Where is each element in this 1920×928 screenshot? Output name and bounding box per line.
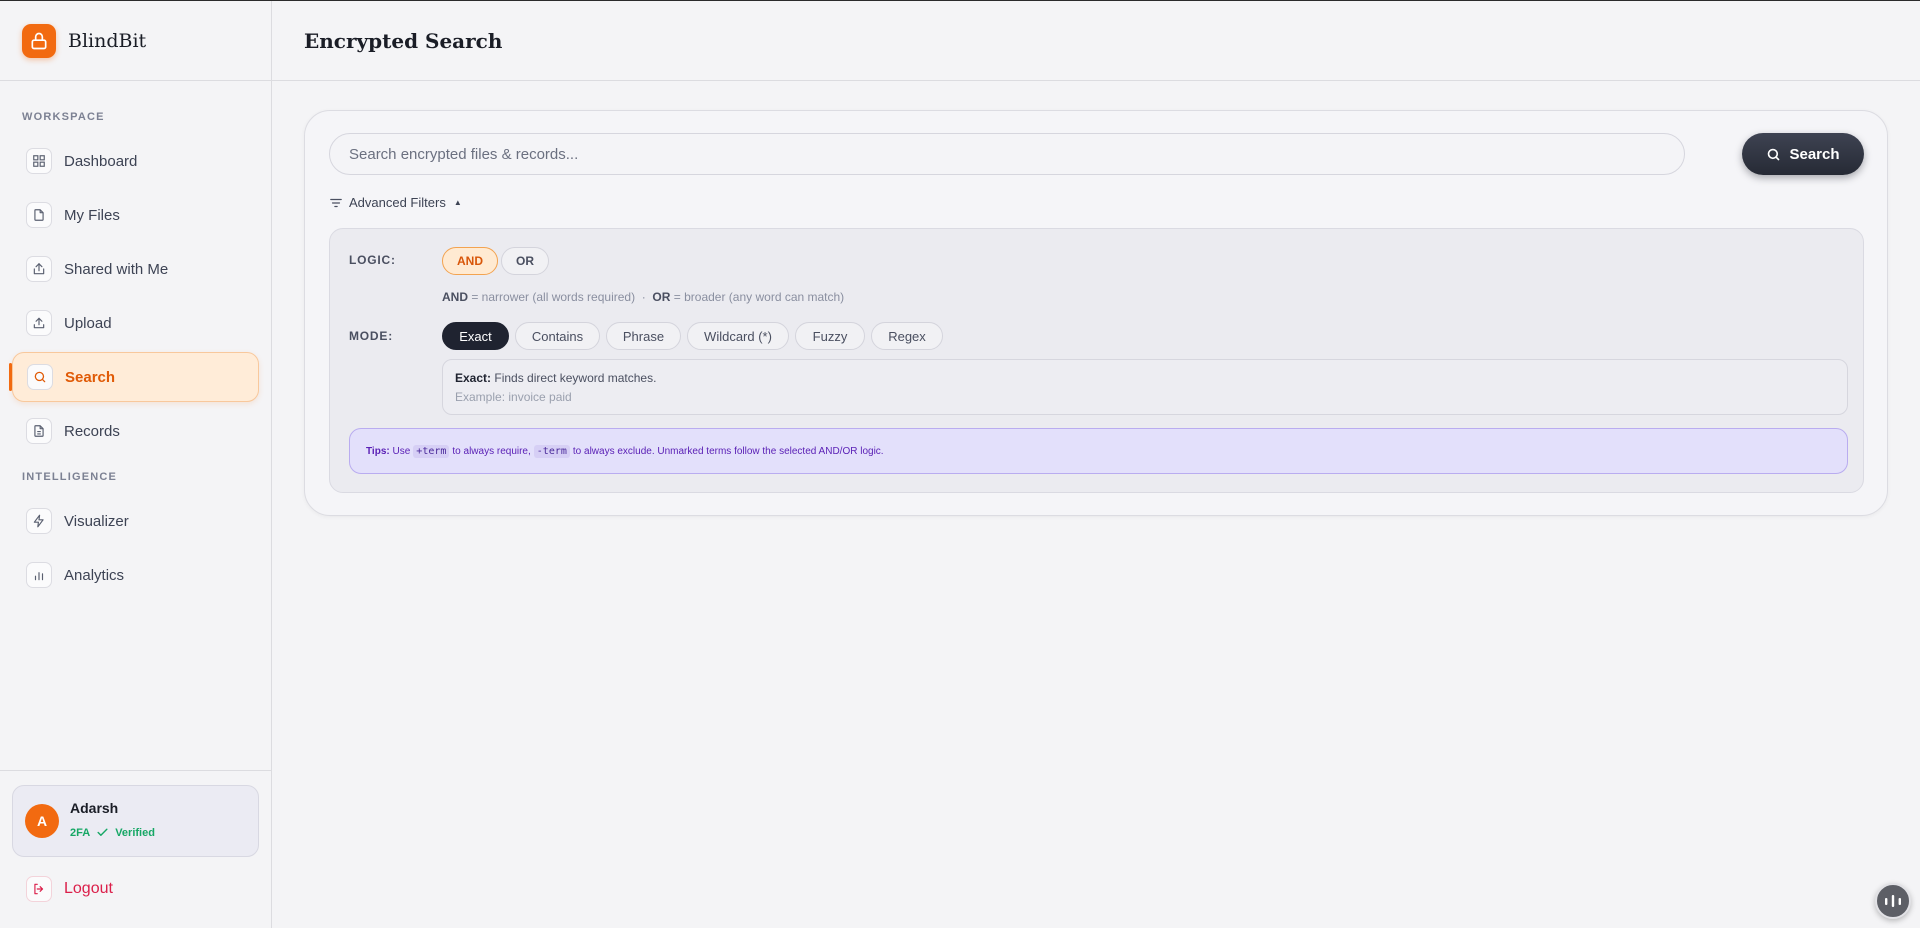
advanced-filters-label: Advanced Filters	[349, 195, 446, 210]
sidebar-item-analytics[interactable]: Analytics	[12, 550, 259, 600]
brand[interactable]: BlindBit	[0, 1, 271, 81]
audio-wave-icon	[1883, 894, 1903, 908]
sidebar-item-upload[interactable]: Upload	[12, 298, 259, 348]
chevron-up-icon: ▲	[453, 198, 462, 207]
user-badges: 2FA Verified	[70, 826, 155, 839]
2fa-badge: 2FA	[70, 826, 91, 839]
bolt-icon	[26, 508, 52, 534]
brand-name: BlindBit	[68, 29, 147, 52]
check-icon	[96, 826, 109, 839]
sidebar-item-label: Upload	[64, 314, 112, 332]
mode-phrase-button[interactable]: Phrase	[606, 322, 681, 350]
search-button-label: Search	[1789, 145, 1840, 163]
logic-and-button[interactable]: AND	[442, 247, 498, 275]
logic-or-button[interactable]: OR	[501, 247, 549, 275]
logout-button[interactable]: Logout	[12, 865, 259, 913]
code-exclude: -term	[533, 444, 570, 458]
advanced-filters-box: LOGIC: AND OR AND = narrower (all words …	[329, 228, 1864, 493]
lock-icon	[22, 23, 56, 58]
mode-exact-button[interactable]: Exact	[442, 322, 509, 350]
logout-label: Logout	[64, 880, 113, 897]
share-icon	[26, 256, 52, 282]
voice-assistant-button[interactable]	[1875, 883, 1911, 919]
sidebar-item-label: Records	[64, 422, 120, 440]
grid-icon	[26, 148, 52, 174]
tips-label: Tips:	[366, 445, 390, 457]
section-label-workspace: WORKSPACE	[22, 111, 105, 123]
search-icon	[27, 364, 53, 390]
user-card[interactable]: A Adarsh 2FA Verified	[12, 785, 259, 857]
user-name: Adarsh	[70, 800, 119, 816]
upload-icon	[26, 310, 52, 336]
page-title: Encrypted Search	[304, 28, 503, 53]
divider	[0, 770, 271, 771]
mode-contains-button[interactable]: Contains	[515, 322, 600, 350]
mode-description-text: Finds direct keyword matches.	[494, 371, 657, 385]
sidebar-item-label: Search	[65, 368, 116, 386]
filter-icon	[329, 196, 343, 210]
sidebar-item-my-files[interactable]: My Files	[12, 190, 259, 240]
section-label-intelligence: INTELLIGENCE	[22, 471, 118, 483]
bar-chart-icon	[26, 562, 52, 588]
code-require: +term	[413, 444, 450, 458]
mode-description-name: Exact:	[455, 371, 492, 385]
verified-badge: Verified	[115, 826, 155, 839]
mode-regex-button[interactable]: Regex	[871, 322, 943, 350]
sidebar-item-label: Dashboard	[64, 152, 138, 170]
mode-fuzzy-button[interactable]: Fuzzy	[795, 322, 865, 350]
sidebar-item-dashboard[interactable]: Dashboard	[12, 136, 259, 186]
sidebar-item-shared-with-me[interactable]: Shared with Me	[12, 244, 259, 294]
document-icon	[26, 418, 52, 444]
sidebar-item-label: Shared with Me	[64, 260, 169, 278]
search-icon	[1766, 147, 1781, 162]
mode-description: Exact: Finds direct keyword matches. Exa…	[442, 359, 1848, 415]
advanced-filters-toggle[interactable]: Advanced Filters ▲	[329, 195, 462, 210]
mode-label: MODE:	[349, 329, 393, 343]
sidebar-item-search[interactable]: Search	[12, 352, 259, 402]
search-panel: Search Advanced Filters ▲ LOGIC: AND OR …	[304, 110, 1888, 516]
mode-description-example: Example: invoice paid	[455, 390, 572, 404]
sidebar: BlindBit WORKSPACE Dashboard My Files Sh…	[0, 1, 272, 928]
sidebar-item-label: Visualizer	[64, 512, 129, 530]
avatar: A	[25, 804, 59, 838]
logout-icon	[26, 876, 52, 902]
sidebar-item-label: My Files	[64, 206, 120, 224]
logic-hint: AND = narrower (all words required) · OR…	[442, 290, 845, 304]
sidebar-item-records[interactable]: Records	[12, 406, 259, 456]
topbar: Encrypted Search	[272, 1, 1920, 81]
file-icon	[26, 202, 52, 228]
mode-wildcard-button[interactable]: Wildcard (*)	[687, 322, 789, 350]
sidebar-item-label: Analytics	[64, 566, 125, 584]
tips-banner: Tips: Use +term to always require, -term…	[349, 428, 1848, 474]
logic-label: LOGIC:	[349, 253, 396, 267]
sidebar-item-visualizer[interactable]: Visualizer	[12, 496, 259, 546]
search-button[interactable]: Search	[1742, 133, 1864, 175]
search-input[interactable]	[329, 133, 1685, 175]
